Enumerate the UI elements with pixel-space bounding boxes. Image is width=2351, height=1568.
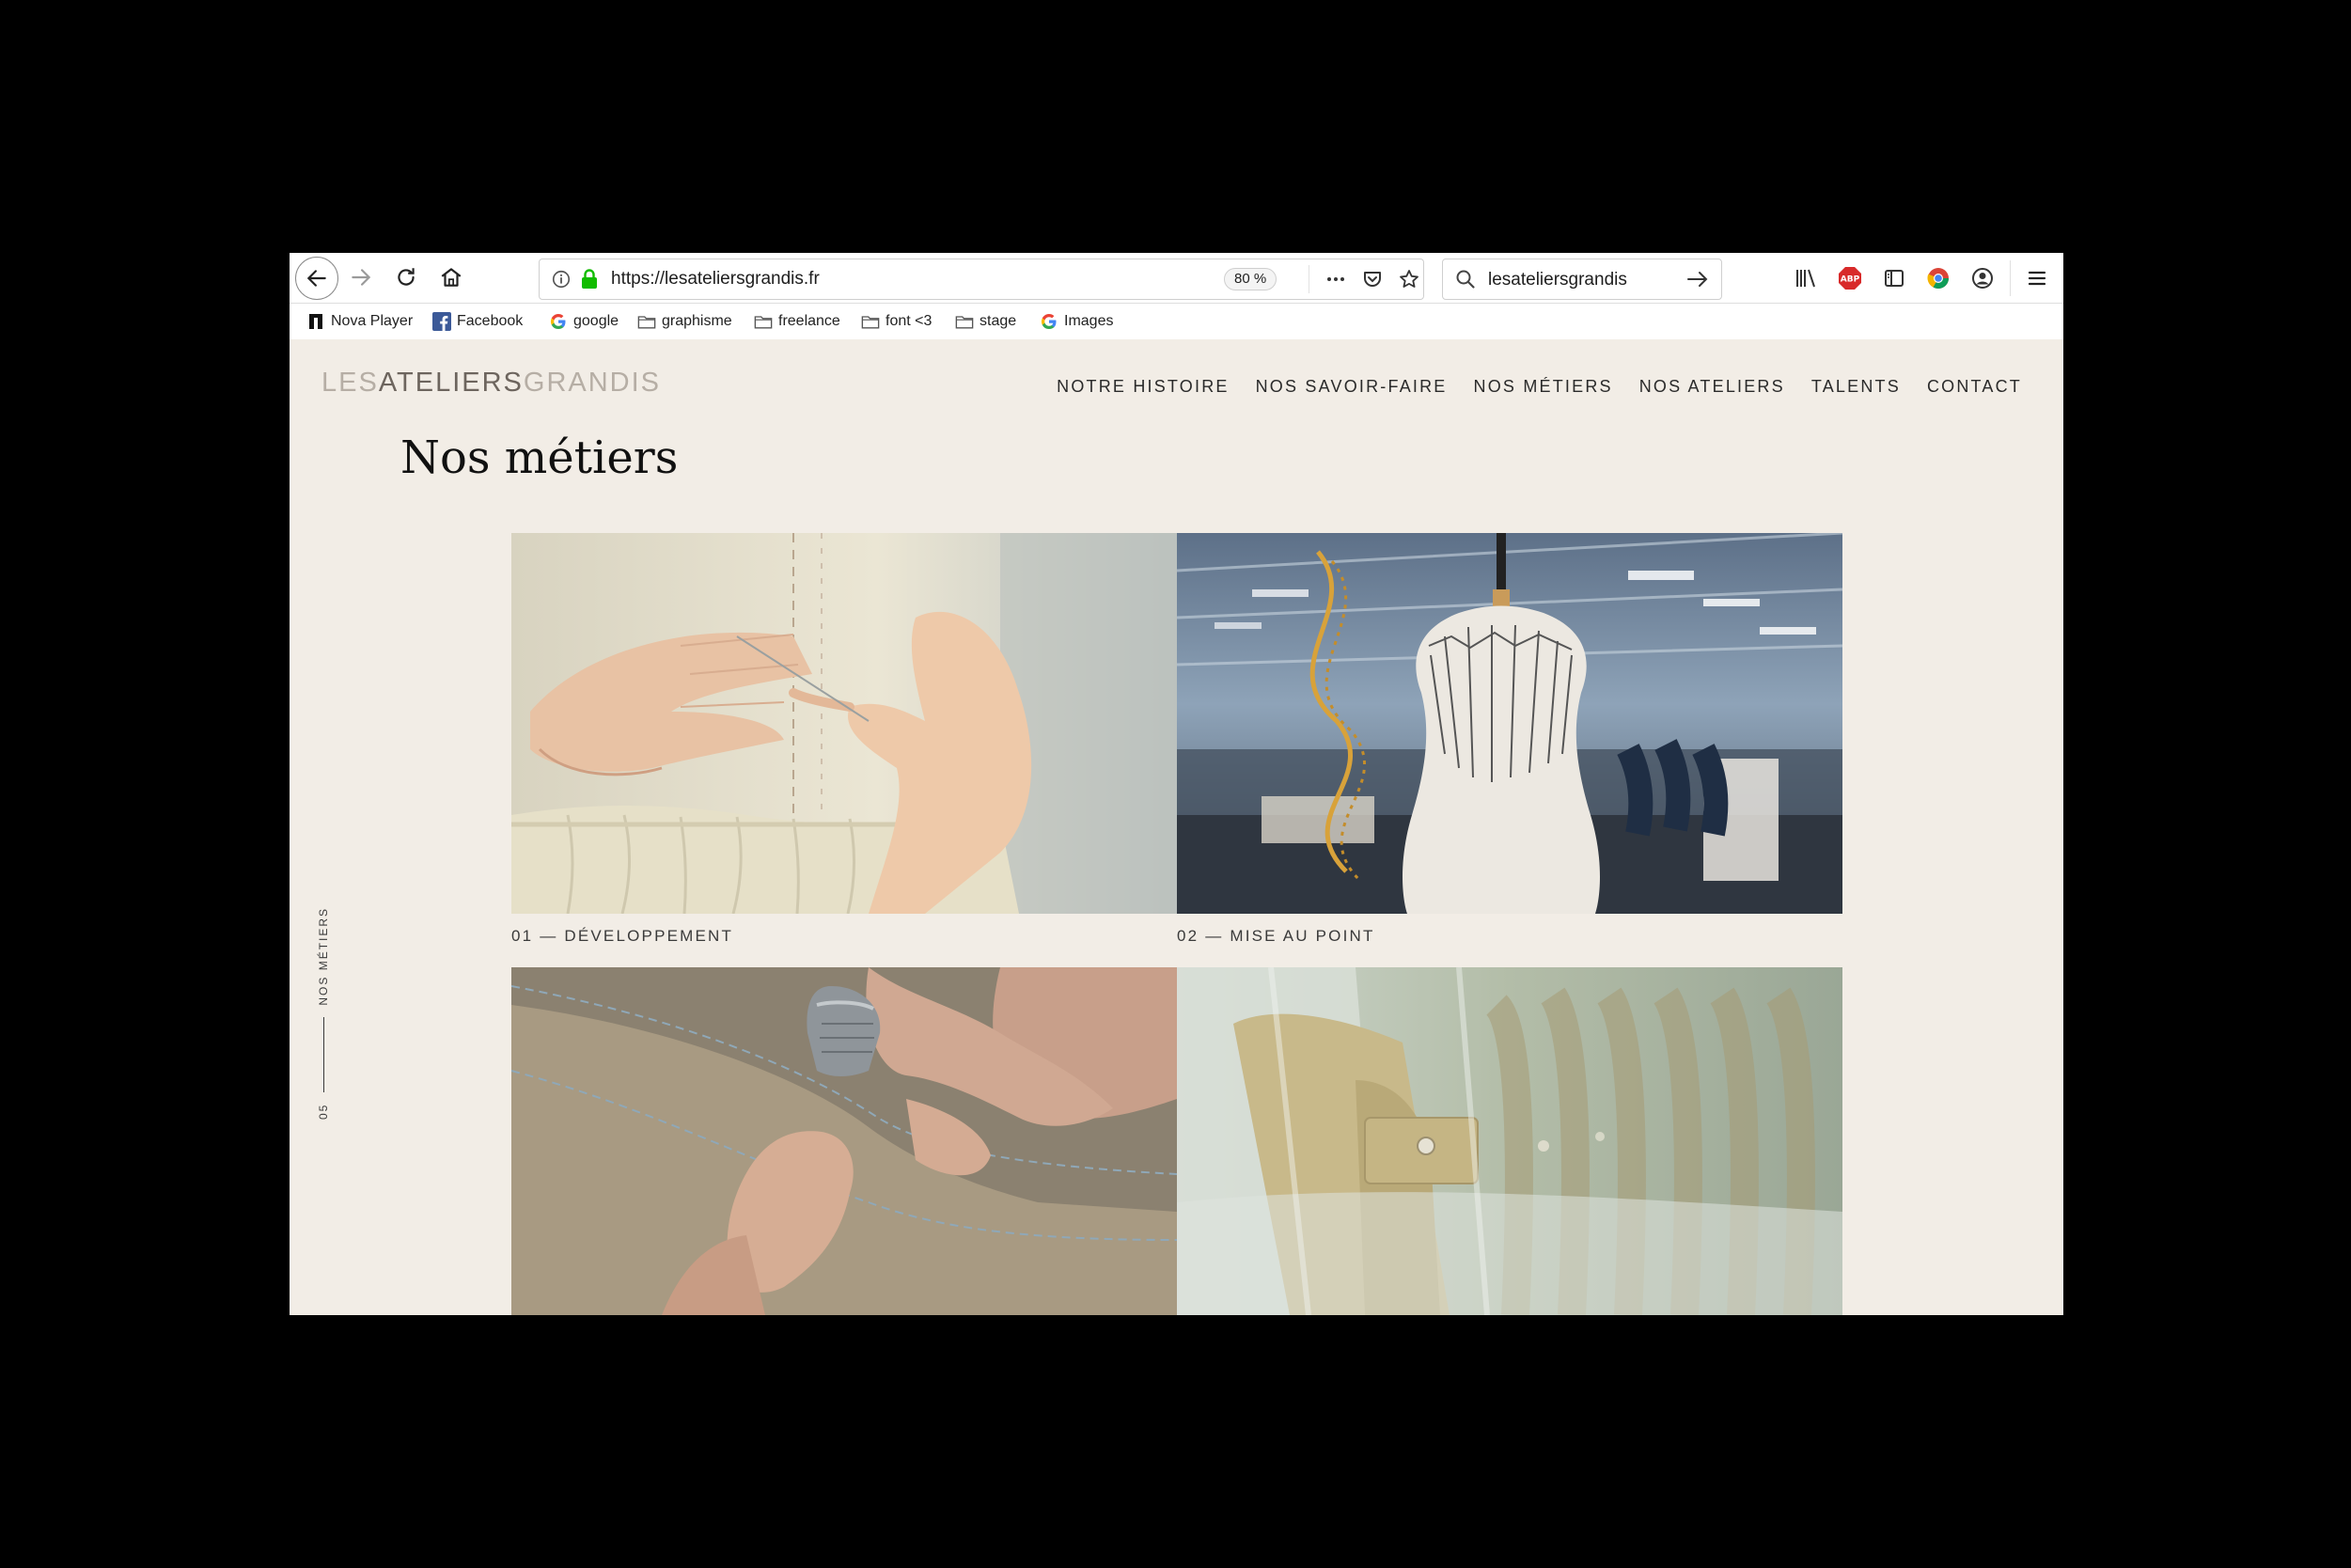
home-icon bbox=[441, 268, 462, 287]
bookmark-label: font <3 bbox=[886, 313, 933, 329]
pocket-icon[interactable] bbox=[1360, 267, 1385, 291]
bookmarks-bar: Nova Player Facebook google graphisme fr… bbox=[290, 304, 2063, 340]
folder-icon bbox=[637, 312, 656, 331]
main-nav: NOTRE HISTOIRE NOS SAVOIR-FAIRE NOS MÉTI… bbox=[1030, 377, 2022, 397]
bookmark-freelance[interactable]: freelance bbox=[754, 311, 840, 332]
bookmark-images[interactable]: Images bbox=[1040, 311, 1113, 332]
tile-caption-2[interactable]: 02 — MISE AU POINT bbox=[1177, 927, 1375, 946]
lock-icon bbox=[579, 268, 600, 295]
zoom-badge[interactable]: 80 % bbox=[1224, 268, 1277, 290]
search-bar[interactable]: lesateliersgrandis bbox=[1442, 259, 1722, 300]
home-button[interactable] bbox=[432, 259, 470, 296]
bookmark-label: Facebook bbox=[457, 313, 524, 329]
search-icon bbox=[1454, 268, 1477, 295]
nav-nos-metiers[interactable]: NOS MÉTIERS bbox=[1474, 377, 1613, 397]
tile-couture-image[interactable] bbox=[511, 967, 1177, 1315]
browser-window: https://lesateliersgrandis.fr 80 % lesat… bbox=[290, 253, 2063, 1315]
logo-part-grandis: GRANDIS bbox=[523, 368, 662, 398]
bookmark-google[interactable]: google bbox=[549, 311, 619, 332]
bookmark-label: Nova Player bbox=[331, 313, 414, 329]
toolbar-divider bbox=[2010, 260, 2011, 296]
bookmark-label: google bbox=[573, 313, 619, 329]
nav-contact[interactable]: CONTACT bbox=[1927, 377, 2022, 397]
bookmark-label: stage bbox=[980, 313, 1017, 329]
logo-part-ateliers: ATELIERS bbox=[378, 368, 524, 398]
folder-icon bbox=[754, 312, 773, 331]
url-bar[interactable]: https://lesateliersgrandis.fr 80 % bbox=[539, 259, 1424, 300]
sidebar-icon[interactable] bbox=[1880, 264, 1908, 292]
bookmark-font[interactable]: font <3 bbox=[861, 311, 932, 332]
dress-form-workshop-image bbox=[1177, 533, 1842, 914]
hands-sewing-image bbox=[511, 533, 1177, 914]
menu-icon[interactable] bbox=[2023, 264, 2051, 292]
library-icon[interactable] bbox=[1792, 264, 1820, 292]
section-line bbox=[322, 1016, 324, 1092]
account-icon[interactable] bbox=[1968, 264, 1997, 292]
bookmark-facebook[interactable]: Facebook bbox=[432, 311, 523, 332]
page-title: Nos métiers bbox=[400, 431, 679, 484]
nav-nos-ateliers[interactable]: NOS ATELIERS bbox=[1639, 377, 1785, 397]
star-icon[interactable] bbox=[1397, 267, 1421, 291]
section-name: NOS MÉTIERS bbox=[317, 906, 330, 1006]
website-content: LESATELIERSGRANDIS NOTRE HISTOIRE NOS SA… bbox=[290, 339, 2063, 1315]
google-icon bbox=[549, 312, 568, 331]
folder-icon bbox=[955, 312, 974, 331]
tile-garments-image[interactable] bbox=[1177, 967, 1842, 1315]
info-icon[interactable] bbox=[551, 269, 572, 294]
svg-text:ABP: ABP bbox=[1841, 275, 1860, 285]
arrow-right-icon bbox=[352, 269, 371, 286]
bookmark-label: graphisme bbox=[662, 313, 732, 329]
section-number: 05 bbox=[317, 1103, 330, 1120]
bookmark-graphisme[interactable]: graphisme bbox=[637, 311, 732, 332]
reload-icon bbox=[398, 268, 415, 286]
folder-icon bbox=[861, 312, 880, 331]
tile-mise-au-point-image[interactable] bbox=[1177, 533, 1842, 914]
logo-part-les: LES bbox=[321, 368, 379, 398]
url-text[interactable]: https://lesateliersgrandis.fr bbox=[611, 269, 820, 290]
bookmark-stage[interactable]: stage bbox=[955, 311, 1016, 332]
page-actions-icon[interactable] bbox=[1324, 267, 1348, 291]
bookmark-label: Images bbox=[1064, 313, 1114, 329]
chrome-extension-icon[interactable] bbox=[1924, 264, 1952, 292]
search-input[interactable]: lesateliersgrandis bbox=[1488, 270, 1627, 290]
facebook-icon bbox=[432, 312, 451, 331]
nova-icon bbox=[306, 312, 325, 331]
arrow-left-icon bbox=[306, 270, 326, 287]
reload-button[interactable] bbox=[387, 259, 425, 296]
browser-toolbar: https://lesateliersgrandis.fr 80 % lesat… bbox=[290, 253, 2063, 304]
google-icon bbox=[1040, 312, 1058, 331]
garments-plastic-image bbox=[1177, 967, 1842, 1315]
nav-nos-savoir-faire[interactable]: NOS SAVOIR-FAIRE bbox=[1256, 377, 1448, 397]
adblock-icon[interactable]: ABP bbox=[1836, 264, 1864, 292]
nav-notre-histoire[interactable]: NOTRE HISTOIRE bbox=[1057, 377, 1229, 397]
tile-caption-1[interactable]: 01 — DÉVELOPPEMENT bbox=[511, 927, 733, 946]
nav-talents[interactable]: TALENTS bbox=[1811, 377, 1901, 397]
forward-button[interactable] bbox=[342, 259, 380, 296]
back-button[interactable] bbox=[295, 257, 338, 300]
section-indicator: 05 NOS MÉTIERS bbox=[312, 866, 335, 1120]
site-logo[interactable]: LESATELIERSGRANDIS bbox=[321, 368, 661, 399]
go-arrow-icon[interactable] bbox=[1685, 268, 1710, 295]
tile-developpement-image[interactable] bbox=[511, 533, 1177, 914]
bookmark-label: freelance bbox=[778, 313, 840, 329]
bookmark-nova-player[interactable]: Nova Player bbox=[306, 311, 413, 332]
thimble-stitching-image bbox=[511, 967, 1177, 1315]
